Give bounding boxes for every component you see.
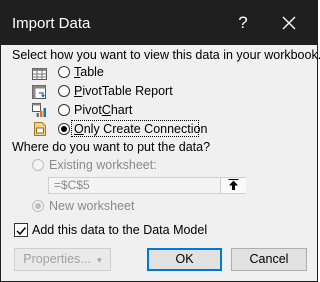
close-button[interactable] [267, 7, 311, 39]
view-prompt: Select how you want to view this data in… [12, 48, 320, 62]
cell-reference-input[interactable]: =$C$5 [48, 177, 246, 194]
properties-button[interactable]: Properties... ▾ [14, 248, 111, 271]
help-button[interactable]: ? [223, 7, 263, 39]
radio-pivottable[interactable] [58, 85, 70, 97]
ok-button[interactable]: OK [147, 248, 222, 271]
radio-new-worksheet[interactable] [32, 200, 44, 212]
existing-worksheet-label: Existing worksheet: [49, 158, 157, 172]
data-model-checkbox[interactable] [14, 223, 28, 237]
checkmark-icon [16, 227, 27, 236]
radio-pivotchart[interactable] [58, 104, 70, 116]
pivotchart-icon [32, 103, 46, 117]
pivottable-icon [32, 85, 46, 99]
properties-button-label: Properties... [23, 252, 91, 266]
radio-table[interactable] [58, 66, 70, 78]
new-worksheet-label: New worksheet [49, 199, 135, 213]
location-prompt: Where do you want to put the data? [12, 140, 211, 154]
radio-existing-worksheet[interactable] [32, 159, 44, 171]
import-data-dialog: Import Data ? Select how you want to vie… [0, 0, 320, 282]
connection-icon [34, 122, 46, 136]
dialog-title: Import Data [12, 15, 91, 32]
title-bar[interactable]: Import Data ? [1, 1, 317, 45]
option-pivottable-label[interactable]: PivotTable Report [74, 84, 173, 98]
option-pivotchart-label[interactable]: PivotChart [74, 103, 132, 117]
range-select-icon [228, 179, 239, 190]
dropdown-arrow-icon: ▾ [97, 255, 102, 265]
cell-reference-value: =$C$5 [54, 178, 90, 192]
close-icon [282, 16, 296, 30]
table-icon [32, 68, 47, 80]
option-table-label[interactable]: Table [74, 65, 104, 79]
radio-only-connection[interactable] [58, 123, 70, 135]
data-model-label[interactable]: Add this data to the Data Model [32, 223, 207, 237]
collapse-dialog-button[interactable] [220, 178, 246, 193]
cancel-button[interactable]: Cancel [231, 248, 307, 271]
option-only-connection-label[interactable]: Only Create Connection [74, 122, 207, 136]
